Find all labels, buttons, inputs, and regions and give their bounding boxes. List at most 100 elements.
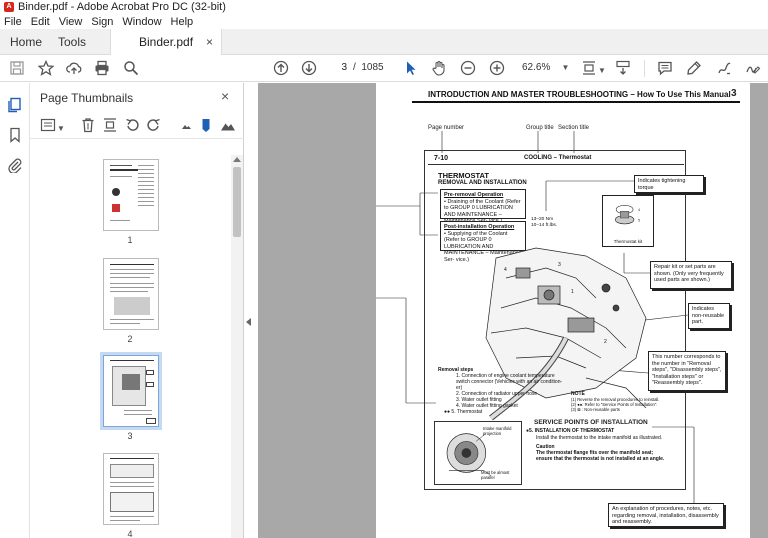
marker-icon[interactable] bbox=[198, 117, 214, 133]
window-title: Binder.pdf - Adobe Acrobat Pro DC (32-bi… bbox=[18, 1, 226, 13]
thumbnails-title: Page Thumbnails bbox=[40, 91, 134, 105]
page-number-label: 3 bbox=[731, 88, 737, 99]
part-number-4: 4 bbox=[504, 267, 507, 273]
acrobat-app-icon: A bbox=[4, 2, 14, 12]
diagram-label-parallel-2: parallel bbox=[481, 475, 495, 480]
section-number: 7-10 bbox=[434, 155, 449, 162]
arrow-down-circle-icon[interactable] bbox=[300, 59, 318, 77]
thumbnails-panel: Page Thumbnails × ▼ 1 2 3 4 bbox=[30, 83, 244, 538]
removal-installation-subtitle: REMOVAL AND INSTALLATION bbox=[438, 180, 527, 186]
zoom-out-icon[interactable] bbox=[459, 59, 477, 77]
scrollbar-thumb[interactable] bbox=[233, 167, 241, 237]
part-number-3: 3 bbox=[558, 262, 561, 268]
section-name: COOLING – Thermostat bbox=[524, 155, 592, 161]
callout-non-reusable: Indicates non-reusable part. bbox=[688, 303, 730, 329]
cloud-upload-icon[interactable] bbox=[65, 59, 83, 77]
svg-text:4: 4 bbox=[638, 208, 640, 212]
label-group-title: Group title bbox=[526, 125, 554, 131]
service-step: ●5. INSTALLATION OF THERMOSTAT bbox=[526, 428, 615, 434]
post-install-title: Post-installation Operation bbox=[444, 224, 515, 230]
main-toolbar: 3 / 1085 62.6% ▼ ▼ bbox=[0, 55, 768, 82]
toolbar-divider bbox=[644, 60, 645, 77]
callout-explanation: An explanation of procedures, notes, etc… bbox=[608, 503, 724, 527]
menu-view[interactable]: View bbox=[59, 16, 83, 28]
callout-repair-kit: Repair kit or set parts are shown. (Only… bbox=[650, 261, 732, 289]
thumbnail-label: 3 bbox=[127, 431, 133, 441]
label-page-number: Page number bbox=[428, 125, 465, 131]
chevron-down-icon: ▼ bbox=[561, 63, 570, 72]
zoom-search-icon[interactable] bbox=[122, 59, 140, 77]
torque-spec: 13–20 Nm 10–14 ft.lbs. bbox=[531, 217, 558, 228]
document-viewport[interactable]: INTRODUCTION AND MASTER TROUBLESHOOTING … bbox=[258, 83, 768, 538]
pre-removal-box: Pre-removal Operation • Draining of the … bbox=[440, 189, 526, 224]
delete-icon[interactable] bbox=[80, 117, 96, 133]
hand-icon[interactable] bbox=[430, 59, 448, 77]
print-icon[interactable] bbox=[93, 59, 111, 77]
page-separator: / bbox=[353, 62, 356, 73]
tab-home[interactable]: Home bbox=[10, 29, 42, 55]
zoom-level-dropdown[interactable]: 62.6% ▼ bbox=[518, 60, 569, 76]
page-fit-icon[interactable] bbox=[580, 59, 598, 77]
highlight-pen-icon[interactable] bbox=[685, 59, 703, 77]
service-text: Install the thermostat to the intake man… bbox=[536, 435, 663, 441]
page-thumbnails-icon[interactable] bbox=[7, 97, 23, 113]
thumbnails-list: 1 2 3 4 bbox=[30, 155, 230, 538]
bookmarks-icon[interactable] bbox=[7, 127, 23, 143]
thumbnail-image bbox=[103, 258, 159, 330]
tab-document[interactable]: Binder.pdf × bbox=[110, 29, 222, 56]
tab-document-label: Binder.pdf bbox=[139, 35, 194, 49]
select-arrow-icon[interactable] bbox=[402, 59, 420, 77]
title-bar: A Binder.pdf - Adobe Acrobat Pro DC (32-… bbox=[0, 0, 768, 14]
sign-icon[interactable] bbox=[744, 59, 762, 77]
label-section-title: Section title bbox=[558, 125, 590, 131]
comment-icon[interactable] bbox=[656, 59, 674, 77]
scroll-up-arrow-icon[interactable] bbox=[233, 157, 241, 162]
arrow-up-circle-icon[interactable] bbox=[272, 59, 290, 77]
options-chevron-icon[interactable]: ▼ bbox=[57, 124, 65, 133]
scroll-mode-icon[interactable] bbox=[614, 59, 632, 77]
page-total: / 1085 bbox=[353, 60, 384, 76]
thermostat-title: THERMOSTAT bbox=[438, 171, 489, 180]
menu-help[interactable]: Help bbox=[171, 16, 194, 28]
bookmark-star-icon[interactable] bbox=[37, 59, 55, 77]
thermostat-kit-label: Thermostat kit bbox=[613, 238, 643, 244]
draw-icon[interactable] bbox=[715, 59, 733, 77]
removal-step-1b: switch connector (Vehicles with an air c… bbox=[456, 379, 563, 385]
removal-step-5: ●● 5. Thermostat bbox=[444, 409, 483, 415]
zoom-in-icon[interactable] bbox=[488, 59, 506, 77]
tab-tools[interactable]: Tools bbox=[58, 29, 86, 55]
tab-bar: Home Tools Binder.pdf × bbox=[0, 29, 768, 56]
menu-file[interactable]: File bbox=[4, 16, 22, 28]
menu-window[interactable]: Window bbox=[122, 16, 161, 28]
thumbnails-scrollbar[interactable] bbox=[231, 155, 243, 538]
thumbnail-image-selected bbox=[100, 352, 162, 430]
thumbnails-header: Page Thumbnails × bbox=[30, 83, 244, 111]
save-icon[interactable] bbox=[8, 59, 26, 77]
callout-number-corresponds: This number corresponds to the number in… bbox=[648, 351, 726, 391]
thumbnails-toolbar: ▼ bbox=[30, 111, 244, 139]
svg-text:5: 5 bbox=[638, 218, 640, 222]
caution-text-2: ensure that the thermostat is not instal… bbox=[536, 456, 665, 462]
service-points-title: SERVICE POINTS OF INSTALLATION bbox=[534, 419, 648, 426]
header-rule bbox=[412, 101, 740, 103]
rotate-left-icon[interactable] bbox=[124, 117, 140, 133]
menu-edit[interactable]: Edit bbox=[31, 16, 50, 28]
thumb-smaller-icon[interactable] bbox=[178, 117, 194, 133]
rotate-right-icon[interactable] bbox=[146, 117, 162, 133]
tab-close-icon[interactable]: × bbox=[206, 29, 213, 55]
thumbnail-image bbox=[103, 453, 159, 525]
page-number-input[interactable]: 3 bbox=[330, 60, 350, 76]
page-total-count: 1085 bbox=[361, 62, 384, 73]
close-icon[interactable]: × bbox=[221, 88, 229, 104]
collapse-panel-arrow-icon[interactable] bbox=[246, 318, 251, 326]
insert-page-icon[interactable] bbox=[102, 117, 118, 133]
attachments-icon[interactable] bbox=[7, 157, 23, 174]
options-menu-icon[interactable] bbox=[40, 117, 56, 133]
zoom-level-value: 62.6% bbox=[522, 62, 551, 73]
thumb-larger-icon[interactable] bbox=[220, 117, 236, 133]
menu-sign[interactable]: Sign bbox=[91, 16, 113, 28]
thumbnail-label: 4 bbox=[127, 529, 133, 538]
section-rule bbox=[428, 164, 684, 165]
part-number-2: 2 bbox=[604, 339, 607, 345]
page-fit-chevron-icon[interactable]: ▼ bbox=[598, 66, 606, 75]
